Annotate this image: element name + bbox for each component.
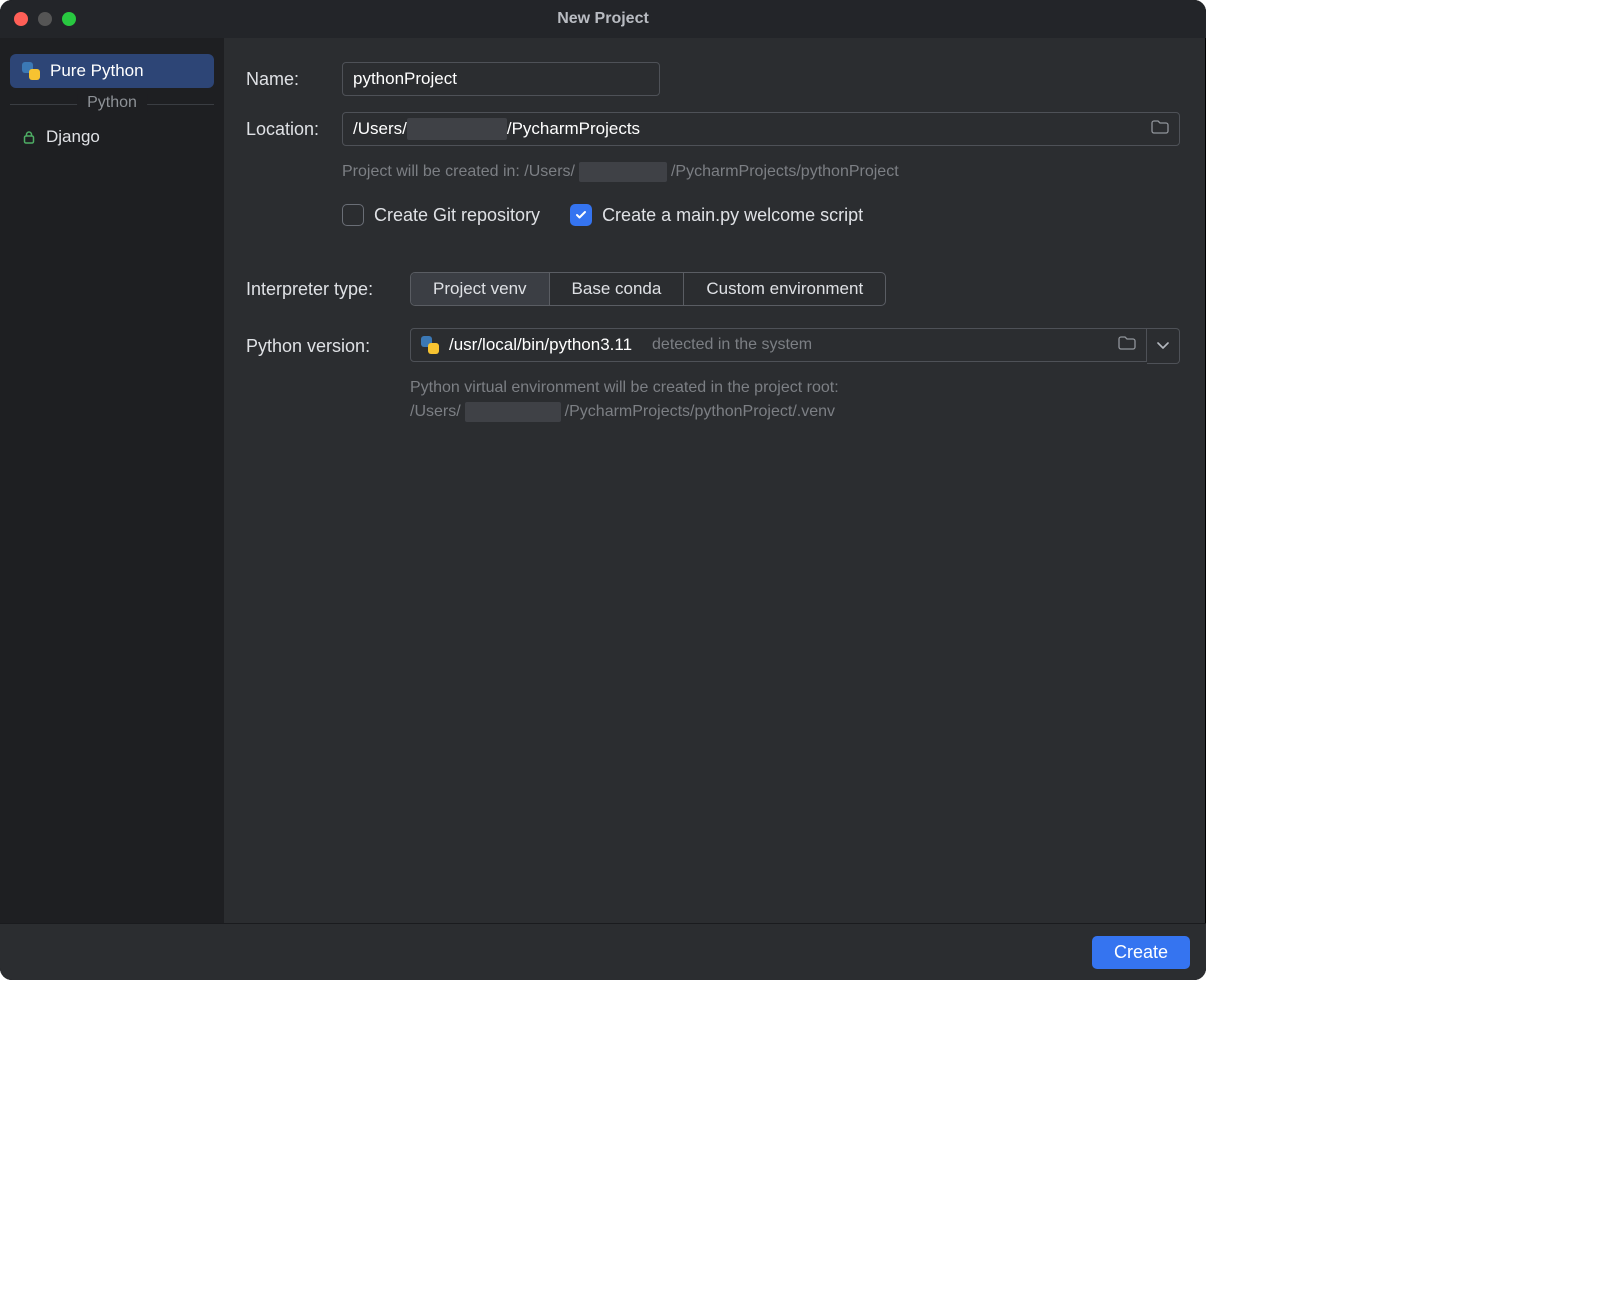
chevron-down-icon xyxy=(1157,342,1169,350)
interp-option-base-conda[interactable]: Base conda xyxy=(550,273,685,305)
checkbox-label: Create a main.py welcome script xyxy=(602,205,863,226)
checkbox-box xyxy=(570,204,592,226)
interpreter-type-label: Interpreter type: xyxy=(246,279,410,300)
main-panel: Name: pythonProject Location: /Users/ /P… xyxy=(224,38,1206,923)
checkbox-label: Create Git repository xyxy=(374,205,540,226)
titlebar: New Project xyxy=(0,0,1206,38)
python-version-dropdown-button[interactable] xyxy=(1147,328,1180,364)
interp-option-project-venv[interactable]: Project venv xyxy=(411,273,550,305)
browse-folder-icon[interactable] xyxy=(1151,119,1169,139)
sidebar-section-label: Python xyxy=(77,94,147,112)
checkbox-box xyxy=(342,204,364,226)
python-version-select[interactable]: /usr/local/bin/python3.11 detected in th… xyxy=(410,328,1147,362)
redacted-username xyxy=(407,118,507,140)
sidebar-item-label: Pure Python xyxy=(50,61,144,81)
sidebar-item-django[interactable]: Django xyxy=(10,120,214,154)
sidebar-item-label: Django xyxy=(46,127,100,147)
python-icon xyxy=(22,62,40,80)
create-git-checkbox[interactable]: Create Git repository xyxy=(342,204,540,226)
python-version-detected: detected in the system xyxy=(652,336,812,354)
project-name-value: pythonProject xyxy=(353,69,457,89)
location-hint: Project will be created in: /Users/ /Pyc… xyxy=(342,162,1180,182)
create-mainpy-checkbox[interactable]: Create a main.py welcome script xyxy=(570,204,863,226)
checkbox-row: Create Git repository Create a main.py w… xyxy=(342,204,1180,226)
project-type-sidebar: Pure Python Python Django xyxy=(0,38,224,923)
sidebar-item-pure-python[interactable]: Pure Python xyxy=(10,54,214,88)
project-name-input[interactable]: pythonProject xyxy=(342,62,660,96)
venv-hint: Python virtual environment will be creat… xyxy=(410,376,1180,424)
interpreter-type-row: Interpreter type: Project venv Base cond… xyxy=(246,272,1180,306)
project-location-input[interactable]: /Users/ /PycharmProjects xyxy=(342,112,1180,146)
location-row: Location: /Users/ /PycharmProjects xyxy=(246,112,1180,146)
window-controls xyxy=(14,12,76,26)
python-version-row: Python version: /usr/local/bin/python3.1… xyxy=(246,328,1180,364)
interpreter-type-segmented: Project venv Base conda Custom environme… xyxy=(410,272,886,306)
close-window-button[interactable] xyxy=(14,12,28,26)
create-button[interactable]: Create xyxy=(1092,936,1190,969)
location-text: /Users/ /PycharmProjects xyxy=(353,118,640,140)
browse-python-folder-icon[interactable] xyxy=(1118,335,1136,355)
new-project-window: New Project Pure Python Python xyxy=(0,0,1206,980)
name-row: Name: pythonProject xyxy=(246,62,1180,96)
interp-option-custom-env[interactable]: Custom environment xyxy=(684,273,885,305)
lock-icon xyxy=(22,130,36,144)
name-label: Name: xyxy=(246,69,342,90)
maximize-window-button[interactable] xyxy=(62,12,76,26)
python-icon xyxy=(421,336,439,354)
window-title: New Project xyxy=(0,10,1206,28)
python-version-path: /usr/local/bin/python3.11 xyxy=(449,335,632,355)
location-label: Location: xyxy=(246,119,342,140)
redacted-username xyxy=(579,162,667,182)
sidebar-section-python: Python xyxy=(10,94,214,114)
minimize-window-button[interactable] xyxy=(38,12,52,26)
python-version-label: Python version: xyxy=(246,336,410,357)
dialog-footer: Create xyxy=(0,923,1206,980)
redacted-username xyxy=(465,402,561,422)
